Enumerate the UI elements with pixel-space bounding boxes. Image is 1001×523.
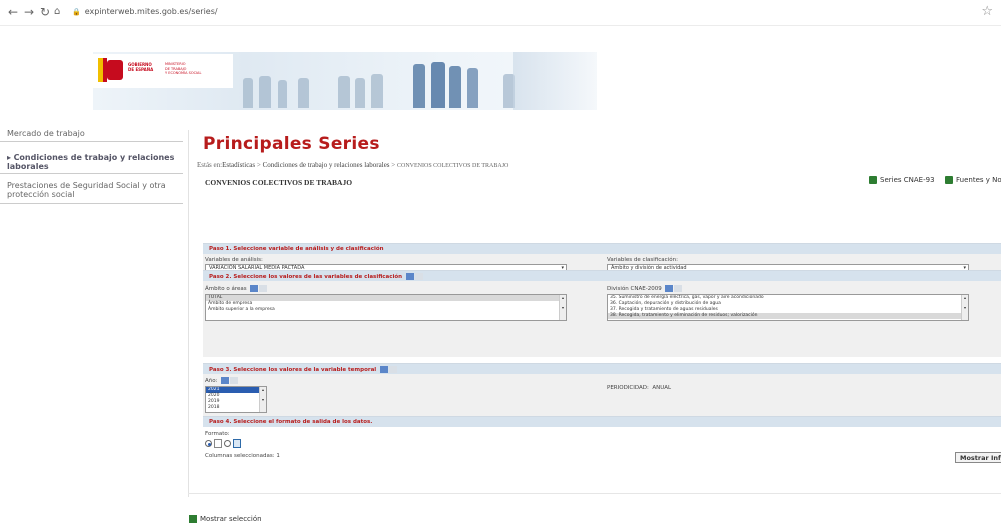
url-text: expinterweb.mites.gob.es/series/ <box>84 7 218 16</box>
scrollbar[interactable]: ▴ ▾ <box>259 387 266 412</box>
list-item[interactable]: 38. Recogida, tratamiento y eliminación … <box>608 313 968 319</box>
step2-header: Paso 2. Seleccione los valores de las va… <box>203 270 1001 281</box>
html-format-icon <box>214 439 222 448</box>
year-label-wrap: Año: <box>205 377 239 384</box>
periodicity-label: PERIODICIDAD: <box>607 385 649 391</box>
breadcrumb-current: CONVENIOS COLECTIVOS DE TRABAJO <box>396 163 509 169</box>
select-all-icon[interactable] <box>250 285 259 292</box>
step3-panel: Año: 2021 2020 2019 2018 ▴ ▾ PERIODICIDAD… <box>203 374 1001 416</box>
breadcrumb-prefix: Estás en: <box>197 161 223 169</box>
year-listbox[interactable]: 2021 2020 2019 2018 ▴ ▾ <box>205 386 267 413</box>
home-icon[interactable]: ⌂ <box>54 6 60 17</box>
step2-panel: Ámbito o áreas TOTAL Ámbito de empresa Á… <box>203 281 1001 357</box>
sidebar-item-label: Prestaciones de Seguridad Social y otra … <box>7 181 166 199</box>
deselect-all-icon[interactable] <box>674 285 683 292</box>
series-cnae93-label: Series CNAE-93 <box>880 176 935 184</box>
lock-icon: 🔒 <box>72 8 81 16</box>
format-html-radio[interactable] <box>205 440 212 447</box>
fuentes-notas-button[interactable]: Fuentes y Not <box>945 176 1001 184</box>
address-bar[interactable]: 🔒 expinterweb.mites.gob.es/series/ <box>72 7 218 16</box>
analysis-variable-label: Variables de análisis: <box>205 257 263 263</box>
format-excel-radio[interactable] <box>224 440 231 447</box>
deselect-all-icon[interactable] <box>259 285 268 292</box>
division-label: División CNAE-2009 <box>607 286 662 292</box>
main-content: Principales Series Estás en:Estadísticas… <box>188 130 1001 497</box>
step3-header: Paso 3. Seleccione los valores de la var… <box>203 363 1001 374</box>
sidebar-item-mercado[interactable]: Mercado de trabajo <box>0 126 183 142</box>
ambito-label-wrap: Ámbito o áreas <box>205 285 268 292</box>
select-all-icon[interactable] <box>221 377 230 384</box>
selection-icon <box>189 515 197 523</box>
select-all-icon[interactable] <box>406 273 415 280</box>
reload-icon[interactable]: ↻ <box>40 5 50 19</box>
bookmark-star-icon[interactable]: ☆ <box>981 4 993 19</box>
step4-panel: Formato: Columnas seleccionadas: 1 Mostr… <box>203 427 1001 467</box>
excel-format-icon <box>233 439 241 448</box>
select-all-icon[interactable] <box>665 285 674 292</box>
back-icon[interactable]: ← <box>8 5 18 19</box>
header-banner: GOBIERNO DE ESPAÑA MINISTERIO DE TRABAJO… <box>93 52 597 110</box>
list-item[interactable]: 2018 <box>206 405 266 411</box>
select-all-icon[interactable] <box>380 366 389 373</box>
classification-variable-label: Variables de clasificación: <box>607 257 678 263</box>
show-selection-label: Mostrar selección <box>200 515 262 523</box>
content-footer-divider <box>188 493 1001 495</box>
page-title: Principales Series <box>203 134 380 154</box>
year-label: Año: <box>205 378 218 384</box>
step2-title: Paso 2. Seleccione los valores de las va… <box>209 274 403 280</box>
sidebar-item-condiciones[interactable]: ▸ Condiciones de trabajo y relaciones la… <box>0 150 183 174</box>
breadcrumb-link-condiciones[interactable]: Condiciones de trabajo y relaciones labo… <box>263 161 390 169</box>
gov-label: GOBIERNO DE ESPAÑA <box>128 62 154 72</box>
series-cnae93-button[interactable]: Series CNAE-93 <box>869 176 935 184</box>
ambito-listbox[interactable]: TOTAL Ámbito de empresa Ámbito superior … <box>205 294 567 321</box>
show-report-button[interactable]: Mostrar Informe <box>955 452 1001 463</box>
breadcrumb-link-estadisticas[interactable]: Estadísticas <box>222 161 255 169</box>
list-item[interactable]: Ámbito superior a la empresa <box>206 307 566 313</box>
series-icon <box>869 176 877 184</box>
fuentes-notas-label: Fuentes y Not <box>956 176 1001 184</box>
scrollbar[interactable]: ▴ ▾ <box>961 295 968 320</box>
step3-title: Paso 3. Seleccione los valores de la var… <box>209 367 377 373</box>
scrollbar[interactable]: ▴ ▾ <box>559 295 566 320</box>
notes-icon <box>945 176 953 184</box>
division-listbox[interactable]: 35. Suministro de energía eléctrica, gas… <box>607 294 969 321</box>
forward-icon[interactable]: → <box>24 5 34 19</box>
ambito-label: Ámbito o áreas <box>205 286 247 292</box>
deselect-all-icon[interactable] <box>389 366 398 373</box>
breadcrumb-separator: > <box>256 161 261 169</box>
deselect-all-icon[interactable] <box>230 377 239 384</box>
periodicity-value: ANUAL <box>652 385 672 391</box>
breadcrumb-separator: > <box>391 161 396 169</box>
show-selection-button[interactable]: Mostrar selección <box>189 515 262 523</box>
ministry-label: MINISTERIO DE TRABAJO Y ECONOMÍA SOCIAL <box>165 62 202 75</box>
sidebar-item-label: Mercado de trabajo <box>7 129 85 138</box>
ministry-logo: GOBIERNO DE ESPAÑA MINISTERIO DE TRABAJO… <box>93 54 233 88</box>
step4-header: Paso 4. Seleccione el formato de salida … <box>203 416 1001 427</box>
sidebar-item-label: Condiciones de trabajo y relaciones labo… <box>7 153 175 171</box>
division-label-wrap: División CNAE-2009 <box>607 285 683 292</box>
selected-columns-count: Columnas seleccionadas: 1 <box>205 453 280 459</box>
section-title: CONVENIOS COLECTIVOS DE TRABAJO <box>205 178 353 187</box>
coat-of-arms-icon <box>107 60 123 80</box>
breadcrumb: Estás en:Estadísticas > Condiciones de t… <box>197 161 508 169</box>
step1-header: Paso 1. Seleccione variable de análisis … <box>203 243 1001 254</box>
sidebar-item-prestaciones[interactable]: Prestaciones de Seguridad Social y otra … <box>0 178 183 204</box>
deselect-all-icon[interactable] <box>415 273 424 280</box>
periodicity-wrap: PERIODICIDAD: ANUAL <box>607 385 671 391</box>
format-label: Formato: <box>205 431 230 437</box>
browser-toolbar: ← → ↻ ⌂ 🔒 expinterweb.mites.gob.es/series… <box>0 0 1001 26</box>
